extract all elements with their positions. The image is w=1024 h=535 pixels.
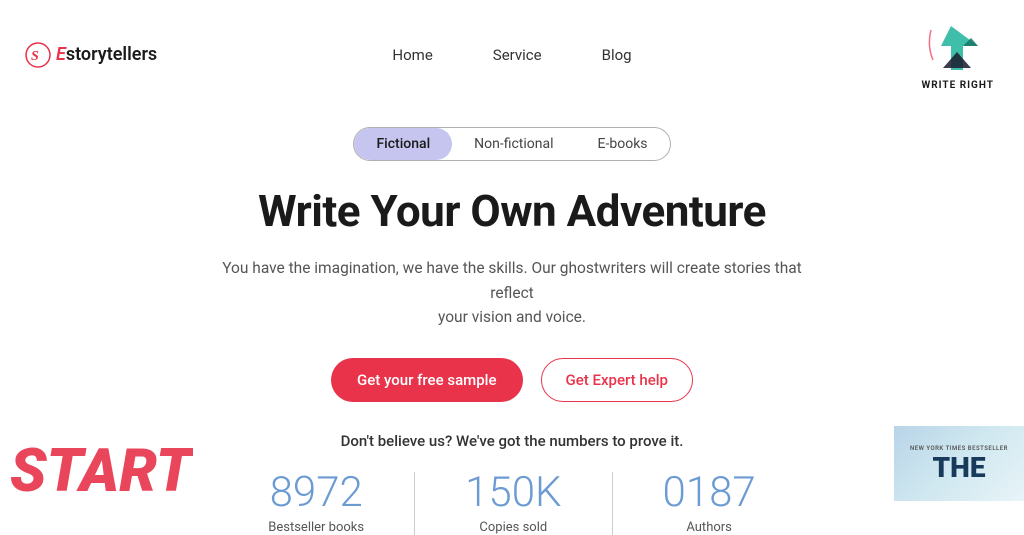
hero-subtitle-line1: You have the imagination, we have the sk… (222, 259, 802, 302)
nav-service[interactable]: Service (493, 46, 542, 64)
write-right-svg-icon (923, 18, 993, 78)
stat-label-authors: Authors (686, 520, 732, 535)
stat-number-copies: 150K (465, 472, 561, 514)
logo-text: Estorytellers (56, 44, 157, 65)
stat-copies-sold: 150K Copies sold (415, 472, 612, 535)
stats-tagline: Don't believe us? We've got the numbers … (60, 432, 964, 450)
tab-ebooks[interactable]: E-books (576, 128, 670, 160)
get-expert-help-button[interactable]: Get Expert help (541, 358, 693, 402)
nav-home[interactable]: Home (392, 46, 432, 64)
hero-section: Write Your Own Adventure You have the im… (0, 185, 1024, 535)
stat-label-books: Bestseller books (268, 520, 364, 535)
stat-bestseller-books: 8972 Bestseller books (218, 472, 415, 535)
stat-number-authors: 0187 (663, 472, 756, 514)
cta-buttons: Get your free sample Get Expert help (331, 358, 693, 402)
tab-fictional[interactable]: Fictional (354, 128, 452, 160)
header: S Estorytellers Home Service Blog Write … (0, 0, 1024, 109)
get-free-sample-button[interactable]: Get your free sample (331, 358, 523, 402)
stats-row: 8972 Bestseller books 150K Copies sold 0… (60, 472, 964, 535)
hero-subtitle-line2: your vision and voice. (438, 308, 586, 326)
stat-number-books: 8972 (270, 472, 363, 514)
logo-prefix: E (56, 44, 66, 65)
logo[interactable]: S Estorytellers (24, 41, 157, 69)
nav-blog[interactable]: Blog (602, 46, 632, 64)
logo-suffix: tellers (107, 44, 158, 65)
write-right-logo-area: Write Right (921, 18, 994, 91)
stats-section: Don't believe us? We've got the numbers … (60, 432, 964, 535)
tab-nonfictional[interactable]: Non-fictional (452, 128, 575, 160)
logo-svg-icon: S (24, 41, 52, 69)
hero-subtitle: You have the imagination, we have the sk… (202, 256, 822, 330)
write-right-label: Write Right (921, 80, 994, 91)
stat-label-copies: Copies sold (479, 520, 547, 535)
stat-authors: 0187 Authors (613, 472, 806, 535)
svg-text:S: S (31, 49, 39, 64)
hero-title: Write Your Own Adventure (258, 185, 766, 238)
category-tabs-group: Fictional Non-fictional E-books (353, 127, 670, 161)
logo-brand: story (66, 44, 107, 65)
main-nav: Home Service Blog (392, 46, 631, 64)
category-tabs-container: Fictional Non-fictional E-books (0, 127, 1024, 161)
